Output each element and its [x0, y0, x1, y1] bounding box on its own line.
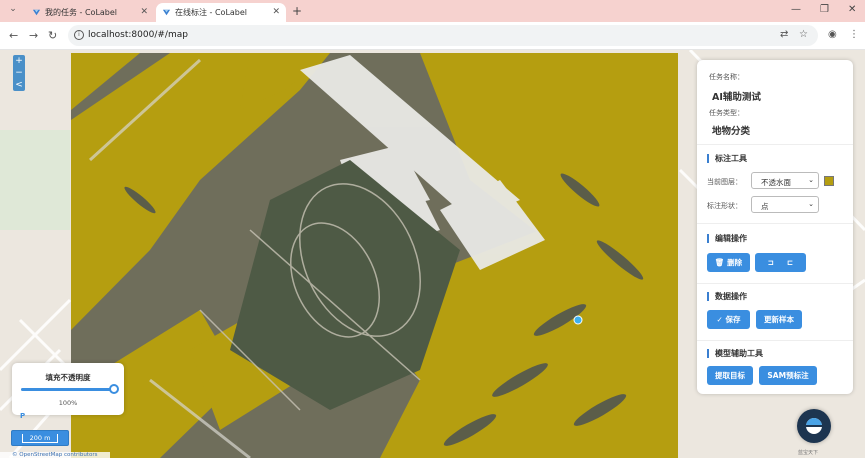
sam-preannotate-button[interactable]: SAM预标注 — [759, 366, 817, 385]
maximize-button[interactable]: ❐ — [820, 4, 829, 15]
rotate-button[interactable]: < — [13, 79, 25, 91]
chevron-down-icon: ⌄ — [808, 200, 814, 208]
layer-select[interactable]: 不透水面 ⌄ — [751, 172, 819, 189]
divider — [697, 144, 853, 145]
save-label: 保存 — [725, 315, 741, 324]
shape-label: 标注形状： — [707, 202, 742, 210]
opacity-slider-fill — [21, 388, 115, 391]
minimize-button[interactable]: — — [791, 4, 801, 15]
layer-select-value: 不透水面 — [761, 178, 791, 187]
tab-bar: ⌄ 我的任务 - CoLabel ✕ 在线标注 - CoLabel ✕ + — … — [0, 0, 865, 22]
scale-bar: 200 m — [11, 430, 69, 446]
colabel-favicon-icon — [162, 9, 171, 16]
redo-icon[interactable]: ⊏ — [787, 258, 793, 267]
menu-dots-icon[interactable]: ⋮ — [849, 29, 859, 40]
translate-icon[interactable]: ⇄ — [780, 29, 788, 40]
divider — [697, 340, 853, 341]
extract-target-button[interactable]: 提取目标 — [707, 366, 753, 385]
opacity-control: 填充不透明度 100% — [12, 363, 124, 415]
close-window-button[interactable]: ✕ — [848, 4, 856, 15]
task-type-label: 任务类型： — [709, 109, 744, 117]
scale-label: 200 m — [21, 434, 59, 443]
opacity-value: 100% — [58, 399, 78, 407]
reload-icon[interactable]: ↻ — [48, 29, 57, 42]
layer-label: 当前图层： — [707, 178, 742, 186]
bookmark-star-icon[interactable]: ☆ — [799, 29, 808, 40]
annotation-tools-title: 标注工具 — [707, 154, 747, 163]
data-ops-title: 数据操作 — [707, 292, 747, 301]
task-name-value: AI辅助测试 — [712, 92, 761, 103]
browser-chrome: ⌄ 我的任务 - CoLabel ✕ 在线标注 - CoLabel ✕ + — … — [0, 0, 865, 50]
address-bar[interactable]: i localhost:8000/#/map ⇄ ☆ — [68, 25, 818, 46]
site-info-icon[interactable]: i — [74, 30, 84, 40]
zoom-out-button[interactable]: − — [13, 67, 25, 79]
tab-online-annotation[interactable]: 在线标注 - CoLabel ✕ — [156, 3, 286, 22]
opacity-title: 填充不透明度 — [45, 373, 91, 382]
layer-color-swatch[interactable] — [824, 176, 834, 186]
edit-ops-title: 编辑操作 — [707, 234, 747, 243]
globe-icon — [806, 418, 822, 434]
opacity-slider-track[interactable] — [21, 384, 119, 394]
colabel-favicon-icon — [32, 9, 41, 16]
divider — [697, 283, 853, 284]
tab-title: 在线标注 - CoLabel — [175, 8, 248, 17]
close-tab-icon[interactable]: ✕ — [140, 7, 148, 17]
shape-select-value: 点 — [761, 202, 769, 211]
forward-icon[interactable]: → — [29, 29, 38, 42]
close-tab-icon[interactable]: ✕ — [272, 7, 280, 17]
task-name-label: 任务名称： — [709, 73, 744, 81]
model-tools-title: 模型辅助工具 — [707, 349, 763, 358]
map-attribution[interactable]: © OpenStreetMap contributors — [0, 452, 110, 458]
url-text: localhost:8000/#/map — [88, 30, 188, 40]
shape-select[interactable]: 点 ⌄ — [751, 196, 819, 213]
parking-hint: P — [20, 412, 26, 420]
trash-icon: 🗑 — [714, 258, 725, 267]
new-tab-button[interactable]: + — [292, 4, 302, 18]
delete-label: 删除 — [727, 258, 743, 267]
tab-list-icon[interactable]: ⌄ — [6, 4, 20, 18]
back-icon[interactable]: ← — [9, 29, 18, 42]
delete-button[interactable]: 🗑 删除 — [707, 253, 750, 272]
opacity-slider-handle[interactable] — [109, 384, 119, 394]
divider — [697, 223, 853, 224]
save-button[interactable]: ✓ 保存 — [707, 310, 750, 329]
annotation-panel: 任务名称： AI辅助测试 任务类型： 地物分类 标注工具 当前图层： 不透水面 … — [697, 60, 853, 394]
profile-icon[interactable]: ◉ — [828, 29, 837, 40]
chevron-down-icon: ⌄ — [808, 176, 814, 184]
task-type-value: 地物分类 — [712, 126, 751, 137]
tab-my-tasks[interactable]: 我的任务 - CoLabel ✕ — [26, 3, 154, 22]
undo-redo-button[interactable]: ⊐ ⊏ — [755, 253, 806, 272]
zoom-in-button[interactable]: + — [13, 55, 25, 67]
address-row: ← → ↻ i localhost:8000/#/map ⇄ ☆ ◉ ⋮ — [0, 22, 865, 50]
assistant-button[interactable] — [797, 409, 831, 443]
zoom-control: + − < — [13, 55, 25, 91]
location-marker[interactable] — [573, 315, 583, 325]
tab-title: 我的任务 - CoLabel — [45, 8, 118, 17]
check-icon: ✓ — [716, 315, 723, 324]
assistant-label: 蓝宝天下 — [798, 450, 819, 456]
update-samples-button[interactable]: 更新样本 — [756, 310, 802, 329]
undo-icon[interactable]: ⊐ — [768, 258, 774, 267]
